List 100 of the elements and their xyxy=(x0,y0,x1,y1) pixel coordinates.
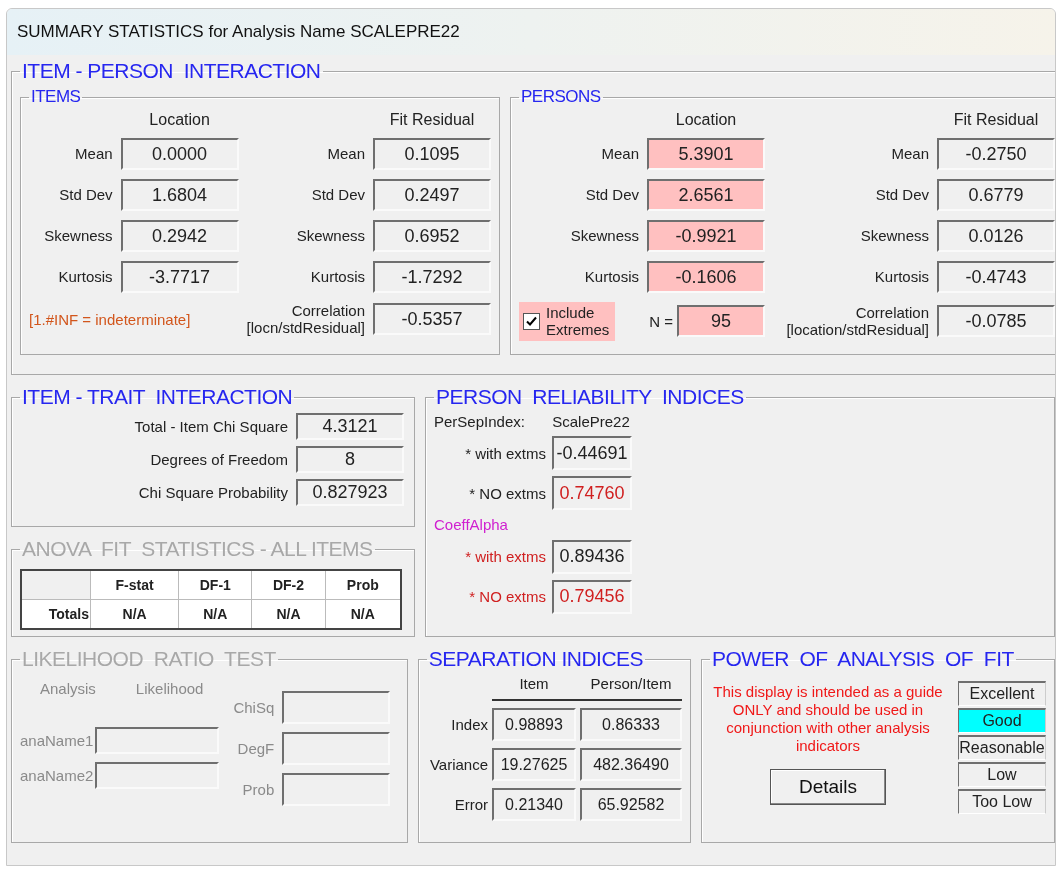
stat-label: Prob xyxy=(242,780,275,799)
stat-label: Total - Item Chi Square xyxy=(134,417,288,436)
stat-label: Std Dev xyxy=(59,186,113,204)
group-title: ITEM - PERSON INTERACTION xyxy=(21,59,322,83)
column-header: Person/Item xyxy=(590,675,672,693)
rating-indicator: Low xyxy=(958,762,1046,787)
stat-field: -0.44691 xyxy=(552,436,632,471)
stat-field: 4.3121 xyxy=(296,413,404,440)
group-title: ITEM - TRAIT INTERACTION xyxy=(21,385,294,409)
column-header: Fit Residual xyxy=(953,111,1039,129)
stat-field: -0.0785 xyxy=(937,305,1055,338)
stat-label: * with extms xyxy=(465,444,546,462)
stat-label: * NO extms xyxy=(469,484,546,502)
stat-label: Chi Square Probability xyxy=(138,483,288,502)
stat-field: 482.36490 xyxy=(580,748,682,782)
stat-field: -3.7717 xyxy=(120,261,239,293)
stat-field: 65.92582 xyxy=(580,788,682,822)
stat-label: Error xyxy=(454,796,488,814)
stat-label: Index xyxy=(451,716,488,734)
n-label: N = xyxy=(649,312,673,330)
group-title: POWER OF ANALYSIS OF FIT xyxy=(711,647,1015,671)
stat-field: 0.6952 xyxy=(373,220,491,252)
stat-field: -1.7292 xyxy=(373,261,491,293)
column-header: Likelihood xyxy=(135,680,204,698)
group-title: SEPARATION INDICES xyxy=(427,647,645,671)
stat-label: Std Dev xyxy=(585,186,639,204)
column-header: Location xyxy=(149,111,210,129)
column-header: Item xyxy=(519,675,549,693)
column-header: DF-1 xyxy=(178,570,252,600)
stat-label: Kurtosis xyxy=(584,268,639,286)
stat-label: Std Dev xyxy=(875,186,929,204)
rating-indicator: Reasonable xyxy=(958,735,1046,760)
stat-label: Variance xyxy=(429,756,488,774)
stat-field: -0.2750 xyxy=(937,138,1055,170)
stat-label: Mean xyxy=(327,145,365,163)
stat-label: CoeffAlpha xyxy=(434,516,508,534)
stat-label: Mean xyxy=(75,145,113,163)
column-header: Fit Residual xyxy=(389,111,475,129)
stat-field: 0.2942 xyxy=(120,220,239,252)
column-header: F-stat xyxy=(90,570,179,600)
stat-field: 0.86333 xyxy=(580,708,682,742)
stat-label: * with extms xyxy=(465,547,546,566)
details-button[interactable]: Details xyxy=(770,769,886,805)
stat-field: 0.74760 xyxy=(552,476,632,511)
rating-indicator: Too Low xyxy=(958,789,1046,814)
group-title: ANOVA FIT STATISTICS - ALL ITEMS xyxy=(21,537,374,561)
window-title: SUMMARY STATISTICS for Analysis Name SCALEPRE22 xyxy=(7,9,1055,55)
stat-field: 1.6804 xyxy=(120,179,239,211)
include-extremes-checkbox[interactable]: Include Extremes xyxy=(519,302,616,341)
stat-field: 0.21340 xyxy=(492,788,576,822)
stat-field: 0.89436 xyxy=(552,539,632,574)
stat-field: 19.27625 xyxy=(492,748,576,782)
stat-field: -0.9921 xyxy=(647,220,765,252)
stat-label: anaName1 xyxy=(20,731,94,750)
rating-indicator: Good xyxy=(958,708,1046,733)
check-icon xyxy=(526,315,537,327)
stat-field: -0.5357 xyxy=(373,303,491,336)
stat-field: 0.827923 xyxy=(296,479,404,506)
correlation-label: Correlation [location/stdResidual] xyxy=(786,304,929,339)
stat-label: DegF xyxy=(237,739,275,758)
group-title: LIKELIHOOD RATIO TEST xyxy=(21,647,277,671)
stat-label: Mean xyxy=(891,145,929,163)
note-text: [1.#INF = indeterminate] xyxy=(29,310,191,328)
stat-field: -0.4743 xyxy=(937,261,1055,293)
stat-field: 0.6779 xyxy=(937,179,1055,211)
stat-field: 0.79456 xyxy=(552,579,632,614)
stat-field: -0.1606 xyxy=(647,261,765,293)
stat-label: Skewness xyxy=(570,227,639,245)
stat-label: anaName2 xyxy=(20,766,94,785)
column-header: Analysis xyxy=(40,680,96,698)
stat-label: ChiSq xyxy=(233,698,275,717)
warning-message: This display is intended as a guide ONLY and should be used in conjunction with other analysis indicators xyxy=(712,683,944,755)
stat-label: Skewness xyxy=(296,227,365,245)
correlation-label: Correlation [locn/stdResidual] xyxy=(246,302,365,337)
group-title: ITEMS xyxy=(30,87,82,107)
column-header: ScalePre22 xyxy=(552,413,630,431)
stat-label: Kurtosis xyxy=(310,268,365,286)
rating-indicator: Excellent xyxy=(958,681,1046,706)
stat-field: 0.2497 xyxy=(373,179,491,211)
stat-label: Kurtosis xyxy=(58,268,113,286)
stat-label: Skewness xyxy=(44,227,113,245)
stat-label: Kurtosis xyxy=(874,268,929,286)
stat-field: 0.1095 xyxy=(373,138,491,170)
column-header: DF-2 xyxy=(251,570,326,600)
stat-field: 0.0126 xyxy=(937,220,1055,252)
stat-label: Skewness xyxy=(860,227,929,245)
stat-field: 0.98893 xyxy=(492,708,576,742)
n-field: 95 xyxy=(677,305,765,338)
stat-label: Std Dev xyxy=(311,186,365,204)
stat-field: 5.3901 xyxy=(647,138,765,170)
column-header: Location xyxy=(675,111,737,129)
group-title: PERSONS xyxy=(520,87,602,107)
stat-label: Degrees of Freedom xyxy=(150,450,288,469)
group-title: PERSON RELIABILITY INDICES xyxy=(435,385,745,409)
stat-label: PerSepIndex: xyxy=(434,413,525,431)
stat-field: 2.6561 xyxy=(647,179,765,211)
stat-field: 0.0000 xyxy=(120,138,239,170)
stat-field: 8 xyxy=(296,446,404,473)
stat-label: Mean xyxy=(601,145,639,163)
stat-label: * NO extms xyxy=(469,587,546,606)
